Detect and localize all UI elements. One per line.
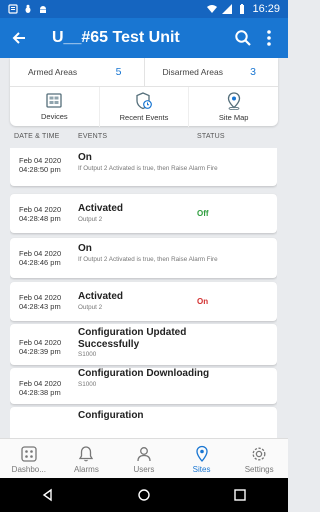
event-time: 04:28:39 pm — [19, 347, 61, 356]
location-icon — [195, 445, 208, 462]
status-time: 16:29 — [252, 3, 280, 15]
event-subtitle: S1000 — [78, 380, 97, 388]
event-title: On — [78, 243, 92, 254]
map-pin-icon — [227, 92, 240, 110]
event-title: Configuration — [78, 410, 144, 421]
event-title: Configuration Updated Successfully — [78, 327, 187, 350]
event-title: Configuration Downloading — [78, 368, 210, 379]
armed-areas-count[interactable]: Armed Areas 5 — [10, 58, 145, 86]
event-status: Off — [197, 209, 209, 218]
column-status: STATUS — [197, 133, 225, 140]
system-home-icon[interactable] — [137, 488, 151, 502]
event-row[interactable]: Feb 04 2020 04:28:43 pm Activated Output… — [10, 282, 277, 321]
search-button[interactable] — [230, 25, 256, 51]
bug-icon — [25, 4, 31, 13]
nav-sites-label: Sites — [192, 464, 211, 474]
event-subtitle: If Output 2 Activated is true, then Rais… — [78, 164, 218, 172]
armed-areas-value: 5 — [115, 66, 122, 78]
event-date: Feb 04 2020 — [19, 205, 62, 214]
bottom-nav: Dashbo... Alarms Users Sites Settings — [0, 438, 288, 479]
event-status: On — [197, 297, 209, 306]
nav-alarms-label: Alarms — [73, 464, 99, 474]
event-date: Feb 04 2020 — [19, 379, 62, 388]
event-row[interactable]: Feb 04 2020 04:28:48 pm Activated Output… — [10, 194, 277, 233]
nav-alarms[interactable]: Alarms — [58, 439, 116, 479]
arrow-back-icon — [12, 32, 25, 44]
event-subtitle: S1000 — [78, 351, 97, 358]
devices-tile[interactable]: Devices — [10, 87, 99, 127]
bell-icon — [79, 445, 94, 461]
page-title: U__#65 Test Unit — [52, 29, 180, 46]
nav-settings[interactable]: Settings — [230, 439, 288, 479]
system-back-icon[interactable] — [41, 488, 55, 502]
devices-label: Devices — [40, 112, 68, 121]
armed-areas-label: Armed Areas — [28, 67, 78, 77]
event-title: On — [78, 152, 92, 163]
battery-icon — [240, 4, 245, 14]
column-date: DATE & TIME — [14, 133, 60, 140]
shield-clock-icon — [136, 92, 152, 110]
column-events: EVENTS — [78, 133, 108, 140]
nav-dashboard-label: Dashbo... — [11, 464, 46, 474]
nav-sites[interactable]: Sites — [173, 439, 231, 479]
app-bar: U__#65 Test Unit — [0, 18, 288, 58]
event-list[interactable]: Feb 04 2020 04:28:50 pm On If Output 2 A… — [10, 148, 277, 438]
event-row[interactable]: Feb 04 2020 04:28:46 pm On If Output 2 A… — [10, 238, 277, 278]
devices-icon — [46, 93, 62, 108]
event-row[interactable]: Feb 04 2020 04:28:50 pm On If Output 2 A… — [10, 148, 277, 186]
gear-icon — [252, 447, 266, 460]
nav-settings-label: Settings — [244, 464, 274, 474]
users-icon — [137, 446, 151, 461]
notification-icon — [8, 4, 18, 14]
event-row[interactable]: Configuration — [10, 407, 277, 438]
wifi-icon — [207, 5, 218, 13]
site-map-tile[interactable]: Site Map — [189, 87, 278, 127]
system-nav-bar — [0, 478, 288, 512]
event-time: 04:28:43 pm — [19, 302, 61, 311]
event-time: 04:28:50 pm — [19, 165, 61, 174]
disarmed-areas-count[interactable]: Disarmed Areas 3 — [145, 58, 279, 86]
back-button[interactable] — [6, 25, 32, 51]
event-time: 04:28:46 pm — [19, 258, 61, 267]
event-date: Feb 04 2020 — [19, 249, 62, 258]
dashboard-icon — [21, 445, 37, 462]
event-date: Feb 04 2020 — [19, 338, 62, 347]
disarmed-areas-label: Disarmed Areas — [162, 67, 223, 77]
nav-dashboard[interactable]: Dashbo... — [0, 439, 58, 479]
recent-events-label: Recent Events — [119, 113, 169, 122]
disarmed-areas-value: 3 — [250, 66, 256, 78]
signal-icon — [222, 4, 233, 14]
event-time: 04:28:48 pm — [19, 214, 61, 223]
recent-events-tile[interactable]: Recent Events — [98, 87, 190, 127]
more-options-button[interactable] — [256, 25, 282, 51]
event-subtitle: If Output 2 Activated is true, then Rais… — [78, 255, 218, 263]
nav-users-label: Users — [133, 464, 155, 474]
more-vert-icon — [267, 30, 271, 46]
system-recents-icon[interactable] — [233, 488, 247, 502]
event-date: Feb 04 2020 — [19, 293, 62, 302]
site-map-label: Site Map — [218, 113, 249, 122]
summary-card: Armed Areas 5 Disarmed Areas 3 Devices R… — [10, 58, 279, 127]
nav-users[interactable]: Users — [115, 439, 173, 479]
status-bar: 16:29 — [0, 0, 288, 18]
event-row[interactable]: Feb 04 2020 04:28:39 pm Configuration Up… — [10, 324, 277, 365]
search-icon — [235, 30, 251, 46]
event-date: Feb 04 2020 — [19, 156, 62, 165]
event-row[interactable]: Feb 04 2020 04:28:38 pm Configuration Do… — [10, 368, 277, 404]
android-icon — [40, 6, 46, 13]
event-time: 04:28:38 pm — [19, 388, 61, 397]
